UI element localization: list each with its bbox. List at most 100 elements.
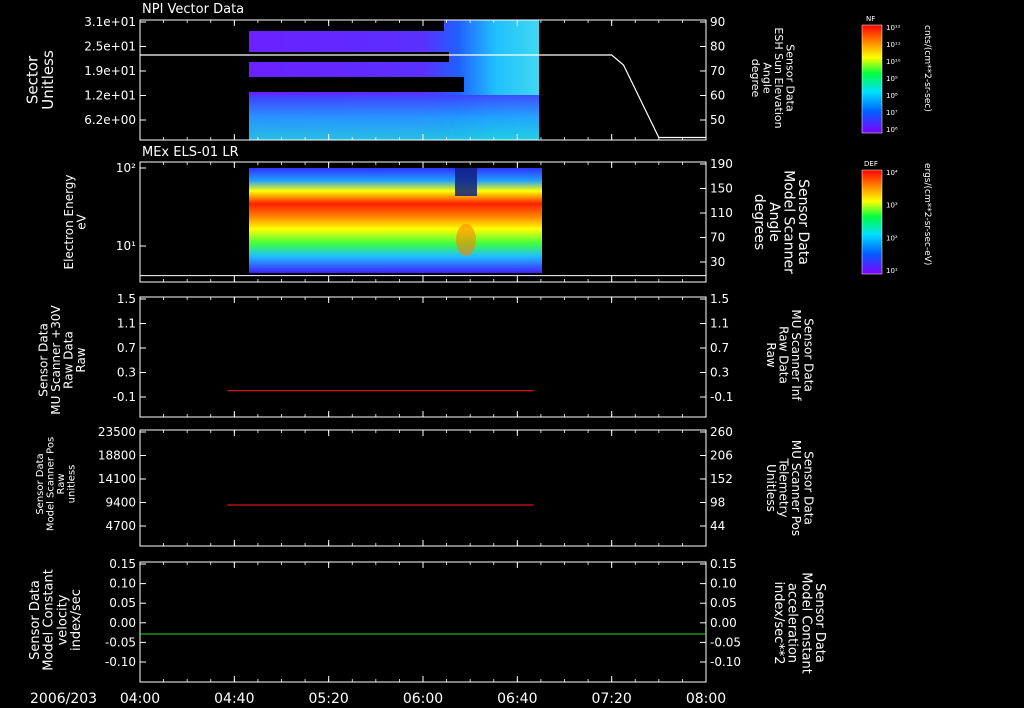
p3-right-axis-label-line: Raw — [764, 342, 778, 367]
p4-y-left-tick: 23500 — [98, 425, 136, 439]
els-colorbar-units: ergs/(cm**2-sr-sec-eV) — [922, 163, 932, 265]
els-dropout — [455, 168, 477, 196]
p5-y-right-tick: 0.05 — [710, 596, 737, 610]
p3-left-axis-label-line: Raw — [74, 347, 88, 372]
npi-data-gap — [249, 20, 444, 31]
p4-left-axis-label-line: unitless — [66, 465, 77, 504]
els-right-axis-label-line: Sensor Data — [795, 179, 811, 265]
npi-colorbar-tick: 10⁷ — [886, 109, 898, 117]
p5-right-axis-label-line: index/sec**2 — [771, 581, 786, 664]
p5-right-axis-label: Sensor DataModel Constantaccelerationind… — [771, 572, 827, 674]
p4-left-axis-label-line: Model Scanner Pos — [45, 437, 56, 531]
npi-colorbar-label: NF — [866, 15, 875, 23]
scanner-30v-panel-frame — [139, 296, 707, 418]
npi-y-left-tick: 2.5e+01 — [84, 40, 136, 54]
p4-y-right-tick: 152 — [710, 472, 733, 486]
els-colorbar-tick: 10³ — [886, 202, 898, 210]
npi-colorbar-gradient — [861, 24, 883, 134]
date-label: 2006/203 — [30, 691, 97, 707]
x-tick-label: 06:00 — [403, 691, 443, 707]
p3-y-left-tick: 1.5 — [117, 292, 136, 306]
p3-y-right-tick: 1.5 — [710, 292, 729, 306]
p5-y-left-tick: 0.00 — [109, 616, 136, 630]
npi-y-left-tick: 1.2e+01 — [84, 89, 136, 103]
p3-y-right-tick: 0.7 — [710, 341, 729, 355]
npi-y-right-tick: 50 — [710, 113, 725, 127]
p4-right-axis-label-line: Unitless — [764, 464, 778, 512]
p5-y-left-tick: -0.05 — [105, 635, 136, 649]
p4-y-right-tick: 98 — [710, 496, 725, 510]
npi-left-axis-label: SectorUnitless — [23, 50, 57, 110]
els-colorbar-gradient — [861, 169, 883, 275]
p5-y-right-tick: 0.15 — [710, 557, 737, 571]
plot-canvas: NPI Vector Data MEx ELS-01 LR NF cnts/(c… — [23, 2, 932, 707]
npi-y-left-tick: 3.1e+01 — [84, 15, 136, 29]
npi-colorbar-tick: 10¹² — [886, 24, 901, 32]
p3-y-right-tick: -0.1 — [710, 390, 733, 404]
npi-colorbar-tick: 10⁹ — [886, 75, 898, 83]
p5-y-right-tick: -0.10 — [710, 655, 741, 669]
els-left-axis-label-line: eV — [75, 213, 89, 229]
p5-y-right-tick: 0.10 — [710, 577, 737, 591]
npi-y-right-tick: 70 — [710, 64, 725, 78]
p4-left-axis-label-line: Raw — [56, 473, 67, 494]
npi-y-right-tick: 80 — [710, 40, 725, 54]
els-y-left-tick: 10¹ — [116, 239, 136, 253]
p5-y-left-tick: 0.15 — [109, 557, 136, 571]
npi-panel-title: NPI Vector Data — [142, 2, 244, 17]
els-right-axis-label-line: Angle — [766, 202, 782, 242]
p5-y-right-tick: 0.00 — [710, 616, 737, 630]
els-panel-title: MEx ELS-01 LR — [142, 145, 239, 160]
npi-left-axis-label-line: Unitless — [39, 50, 57, 110]
p4-y-left-tick: 18800 — [98, 449, 136, 463]
npi-y-left-tick: 1.9e+01 — [84, 64, 136, 78]
npi-y-right-tick: 60 — [710, 89, 725, 103]
x-tick-label: 06:40 — [497, 691, 537, 707]
model-constant-panel-frame — [139, 561, 707, 683]
p4-y-left-tick: 14100 — [98, 472, 136, 486]
npi-colorbar-tick: 10⁶ — [886, 126, 898, 134]
els-right-axis-label: Sensor DataModel ScannerAngledegrees — [751, 170, 811, 274]
x-tick-label: 04:40 — [214, 691, 254, 707]
npi-colorbar-units: cnts/(cm**2-sr-sec) — [922, 25, 932, 112]
p3-y-left-tick: -0.1 — [113, 390, 136, 404]
p4-y-right-tick: 260 — [710, 425, 733, 439]
x-tick-label: 05:20 — [308, 691, 348, 707]
x-tick-label: 08:00 — [686, 691, 726, 707]
npi-colorbar-tick: 10¹¹ — [886, 41, 901, 49]
npi-right-axis-label: Sensor DataESH Sun ElevationAngledegree — [749, 27, 797, 128]
p5-y-left-tick: 0.10 — [109, 577, 136, 591]
p3-y-left-tick: 1.1 — [117, 317, 136, 331]
els-colorbar-tick: 10¹ — [886, 267, 898, 275]
els-right-axis-label-line: Model Scanner — [780, 170, 796, 274]
els-y-right-tick: 150 — [710, 182, 733, 196]
p5-y-left-tick: 0.05 — [109, 596, 136, 610]
els-colorbar-tick: 10⁴ — [886, 169, 898, 177]
p4-left-axis-label: Sensor Data Model Scanner Pos Raw unitless — [35, 437, 78, 531]
p4-y-left-tick: 4700 — [105, 519, 136, 533]
p5-left-axis-label-line: index/sec — [69, 589, 84, 651]
els-y-left-tick: 10² — [116, 161, 136, 175]
p3-right-axis-label: Sensor DataMU Scanner InfRaw DataRaw — [764, 309, 816, 401]
p3-left-axis-label: Sensor DataMU Scanner +30VRaw DataRaw — [36, 305, 88, 415]
els-colorbar-tick: 10² — [886, 234, 898, 242]
p4-left-axis-label-line: Sensor Data — [35, 453, 46, 514]
els-colorbar-label: DEF — [864, 160, 878, 168]
p3-y-right-tick: 0.3 — [710, 366, 729, 380]
els-y-right-tick: 190 — [710, 157, 733, 171]
npi-colorbar-tick: 10¹⁰ — [886, 58, 901, 66]
p5-left-axis-label: Sensor DataModel Constantvelocityindex/s… — [28, 569, 84, 671]
npi-data-gap — [249, 77, 464, 92]
npi-data-gap — [249, 52, 449, 62]
els-colorbar: DEF ergs/(cm**2-sr-sec-eV) — [861, 160, 932, 275]
els-left-axis-label: Electron EnergyeV — [62, 174, 89, 269]
p4-y-right-tick: 44 — [710, 519, 725, 533]
p4-right-axis-label: Sensor DataMU Scanner PosTelemetryUnitle… — [764, 440, 816, 536]
scanner-pos-panel-frame — [139, 429, 707, 547]
els-feature — [456, 224, 476, 256]
p3-y-left-tick: 0.7 — [117, 341, 136, 355]
npi-right-axis-label-line: degree — [749, 59, 762, 98]
npi-y-left-tick: 6.2e+00 — [84, 113, 136, 127]
p3-y-left-tick: 0.3 — [117, 366, 136, 380]
p4-y-right-tick: 206 — [710, 449, 733, 463]
